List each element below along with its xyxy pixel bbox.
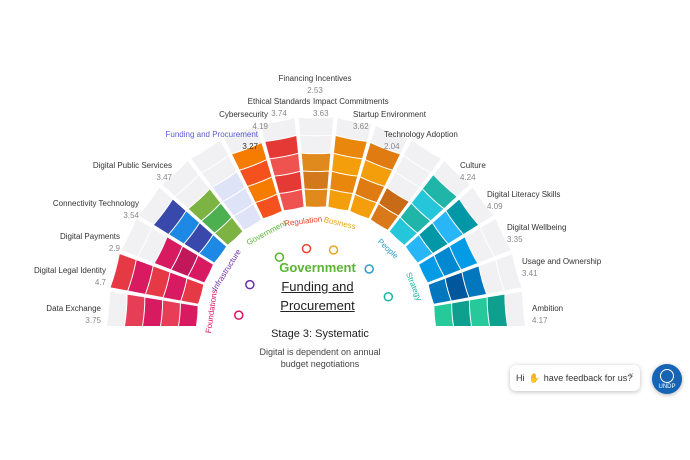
indicator-label-digital-public-services[interactable]: Digital Public Services 3.47 bbox=[93, 161, 172, 183]
indicator-label-startup-environment[interactable]: Startup Environment 3.62 bbox=[353, 110, 426, 132]
ring-cell bbox=[179, 303, 198, 326]
pillar-label-regulation[interactable]: Regulation bbox=[284, 214, 323, 228]
pillar-label-strategy[interactable]: Strategy bbox=[404, 271, 424, 302]
pillar-label-foundations[interactable]: Foundations bbox=[204, 289, 219, 334]
ring-cell bbox=[125, 294, 145, 326]
logo-text: UNDP bbox=[658, 383, 676, 390]
selected-pillar-name: Government bbox=[279, 260, 356, 275]
globe-icon bbox=[660, 368, 674, 383]
ring-cell bbox=[301, 153, 331, 172]
ring-cell bbox=[304, 189, 328, 207]
ring-cell bbox=[328, 189, 353, 211]
radial-chart: FoundationsInfrastructureGovernmentRegul… bbox=[107, 117, 525, 334]
ring-cell bbox=[298, 117, 334, 136]
indicator-label-usage-and-ownership[interactable]: Usage and Ownership 3.41 bbox=[522, 257, 601, 279]
indicator-label-data-exchange[interactable]: Data Exchange 3.75 bbox=[46, 304, 101, 326]
stage-description-line1: Digital is dependent on annual bbox=[259, 347, 381, 357]
stage-description-line2: budget negotiations bbox=[280, 359, 360, 369]
selected-indicator-line2[interactable]: Procurement bbox=[235, 296, 400, 315]
ring-cell bbox=[452, 300, 471, 326]
ring-cell bbox=[107, 291, 127, 326]
stage-description: Digital is dependent on annual budget ne… bbox=[240, 346, 400, 370]
selected-indicator-line1[interactable]: Funding and bbox=[235, 277, 400, 296]
indicator-label-digital-wellbeing[interactable]: Digital Wellbeing 3.35 bbox=[507, 223, 566, 245]
ring-cell bbox=[469, 297, 489, 326]
indicator-label-digital-literacy-skills[interactable]: Digital Literacy Skills 4.09 bbox=[487, 190, 560, 212]
ring-cell bbox=[434, 303, 453, 326]
feedback-hi: Hi bbox=[516, 373, 525, 383]
readiness-assessment-view: Foundations Infrastructure Government Regul… bbox=[0, 0, 690, 460]
close-icon[interactable]: × bbox=[629, 370, 634, 380]
stage-title: Stage 3: Systematic bbox=[271, 328, 369, 340]
indicator-label-connectivity-technology[interactable]: Connectivity Technology 3.54 bbox=[53, 199, 139, 221]
ring-cell bbox=[143, 297, 163, 326]
ring-cell bbox=[161, 300, 180, 326]
ring-cell bbox=[303, 171, 329, 189]
undp-logo-button[interactable]: UNDP bbox=[652, 364, 682, 394]
pillar-icon-business bbox=[328, 245, 339, 255]
indicator-label-financing-incentives[interactable]: Financing Incentives 2.53 bbox=[270, 74, 360, 96]
ring-cell bbox=[505, 291, 525, 326]
selected-indicator-panel: Government Funding and Procurement bbox=[235, 258, 400, 315]
indicator-label-technology-adoption[interactable]: Technology Adoption 2.04 bbox=[384, 130, 458, 152]
ring-cell bbox=[279, 189, 304, 211]
pillar-label-business[interactable]: Business bbox=[323, 215, 357, 231]
indicator-label-digital-payments[interactable]: Digital Payments 2.9 bbox=[60, 232, 120, 254]
feedback-text: have feedback for us? bbox=[543, 373, 633, 383]
indicator-label-digital-legal-identity[interactable]: Digital Legal Identity 4.7 bbox=[34, 266, 106, 288]
ring-cell bbox=[300, 135, 332, 154]
indicator-label-funding-and-procurement[interactable]: Funding and Procurement 3.27 bbox=[166, 130, 259, 152]
indicator-label-ethical-standards[interactable]: Ethical Standards 3.74 bbox=[244, 97, 314, 119]
waving-hand-icon: ✋ bbox=[528, 372, 540, 383]
indicator-segment-financing-incentives[interactable] bbox=[298, 117, 334, 207]
indicator-label-ambition[interactable]: Ambition 4.17 bbox=[532, 304, 563, 326]
feedback-bubble[interactable]: Hi ✋ have feedback for us? × bbox=[510, 365, 640, 391]
indicator-label-culture[interactable]: Culture 4.24 bbox=[460, 161, 486, 183]
pillar-icon-regulation bbox=[301, 243, 312, 254]
ring-cell bbox=[487, 294, 507, 326]
